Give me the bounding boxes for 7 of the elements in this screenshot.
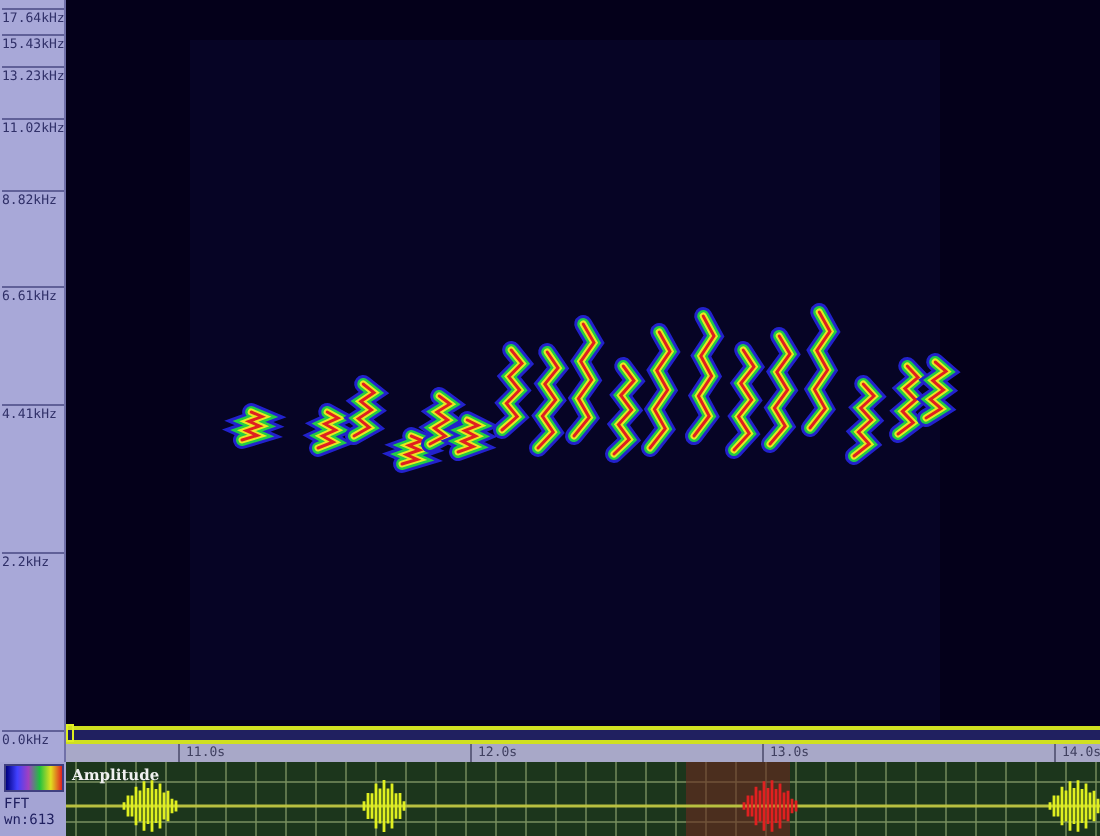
scroll-handle[interactable]: [66, 724, 74, 742]
waveform-burst: [738, 778, 802, 834]
waveform-burst: [1044, 778, 1100, 834]
color-scale-bar: [4, 764, 64, 792]
selection-highlight[interactable]: [686, 762, 790, 836]
scrollbar[interactable]: [66, 726, 1100, 744]
waveform-burst: [358, 778, 410, 834]
